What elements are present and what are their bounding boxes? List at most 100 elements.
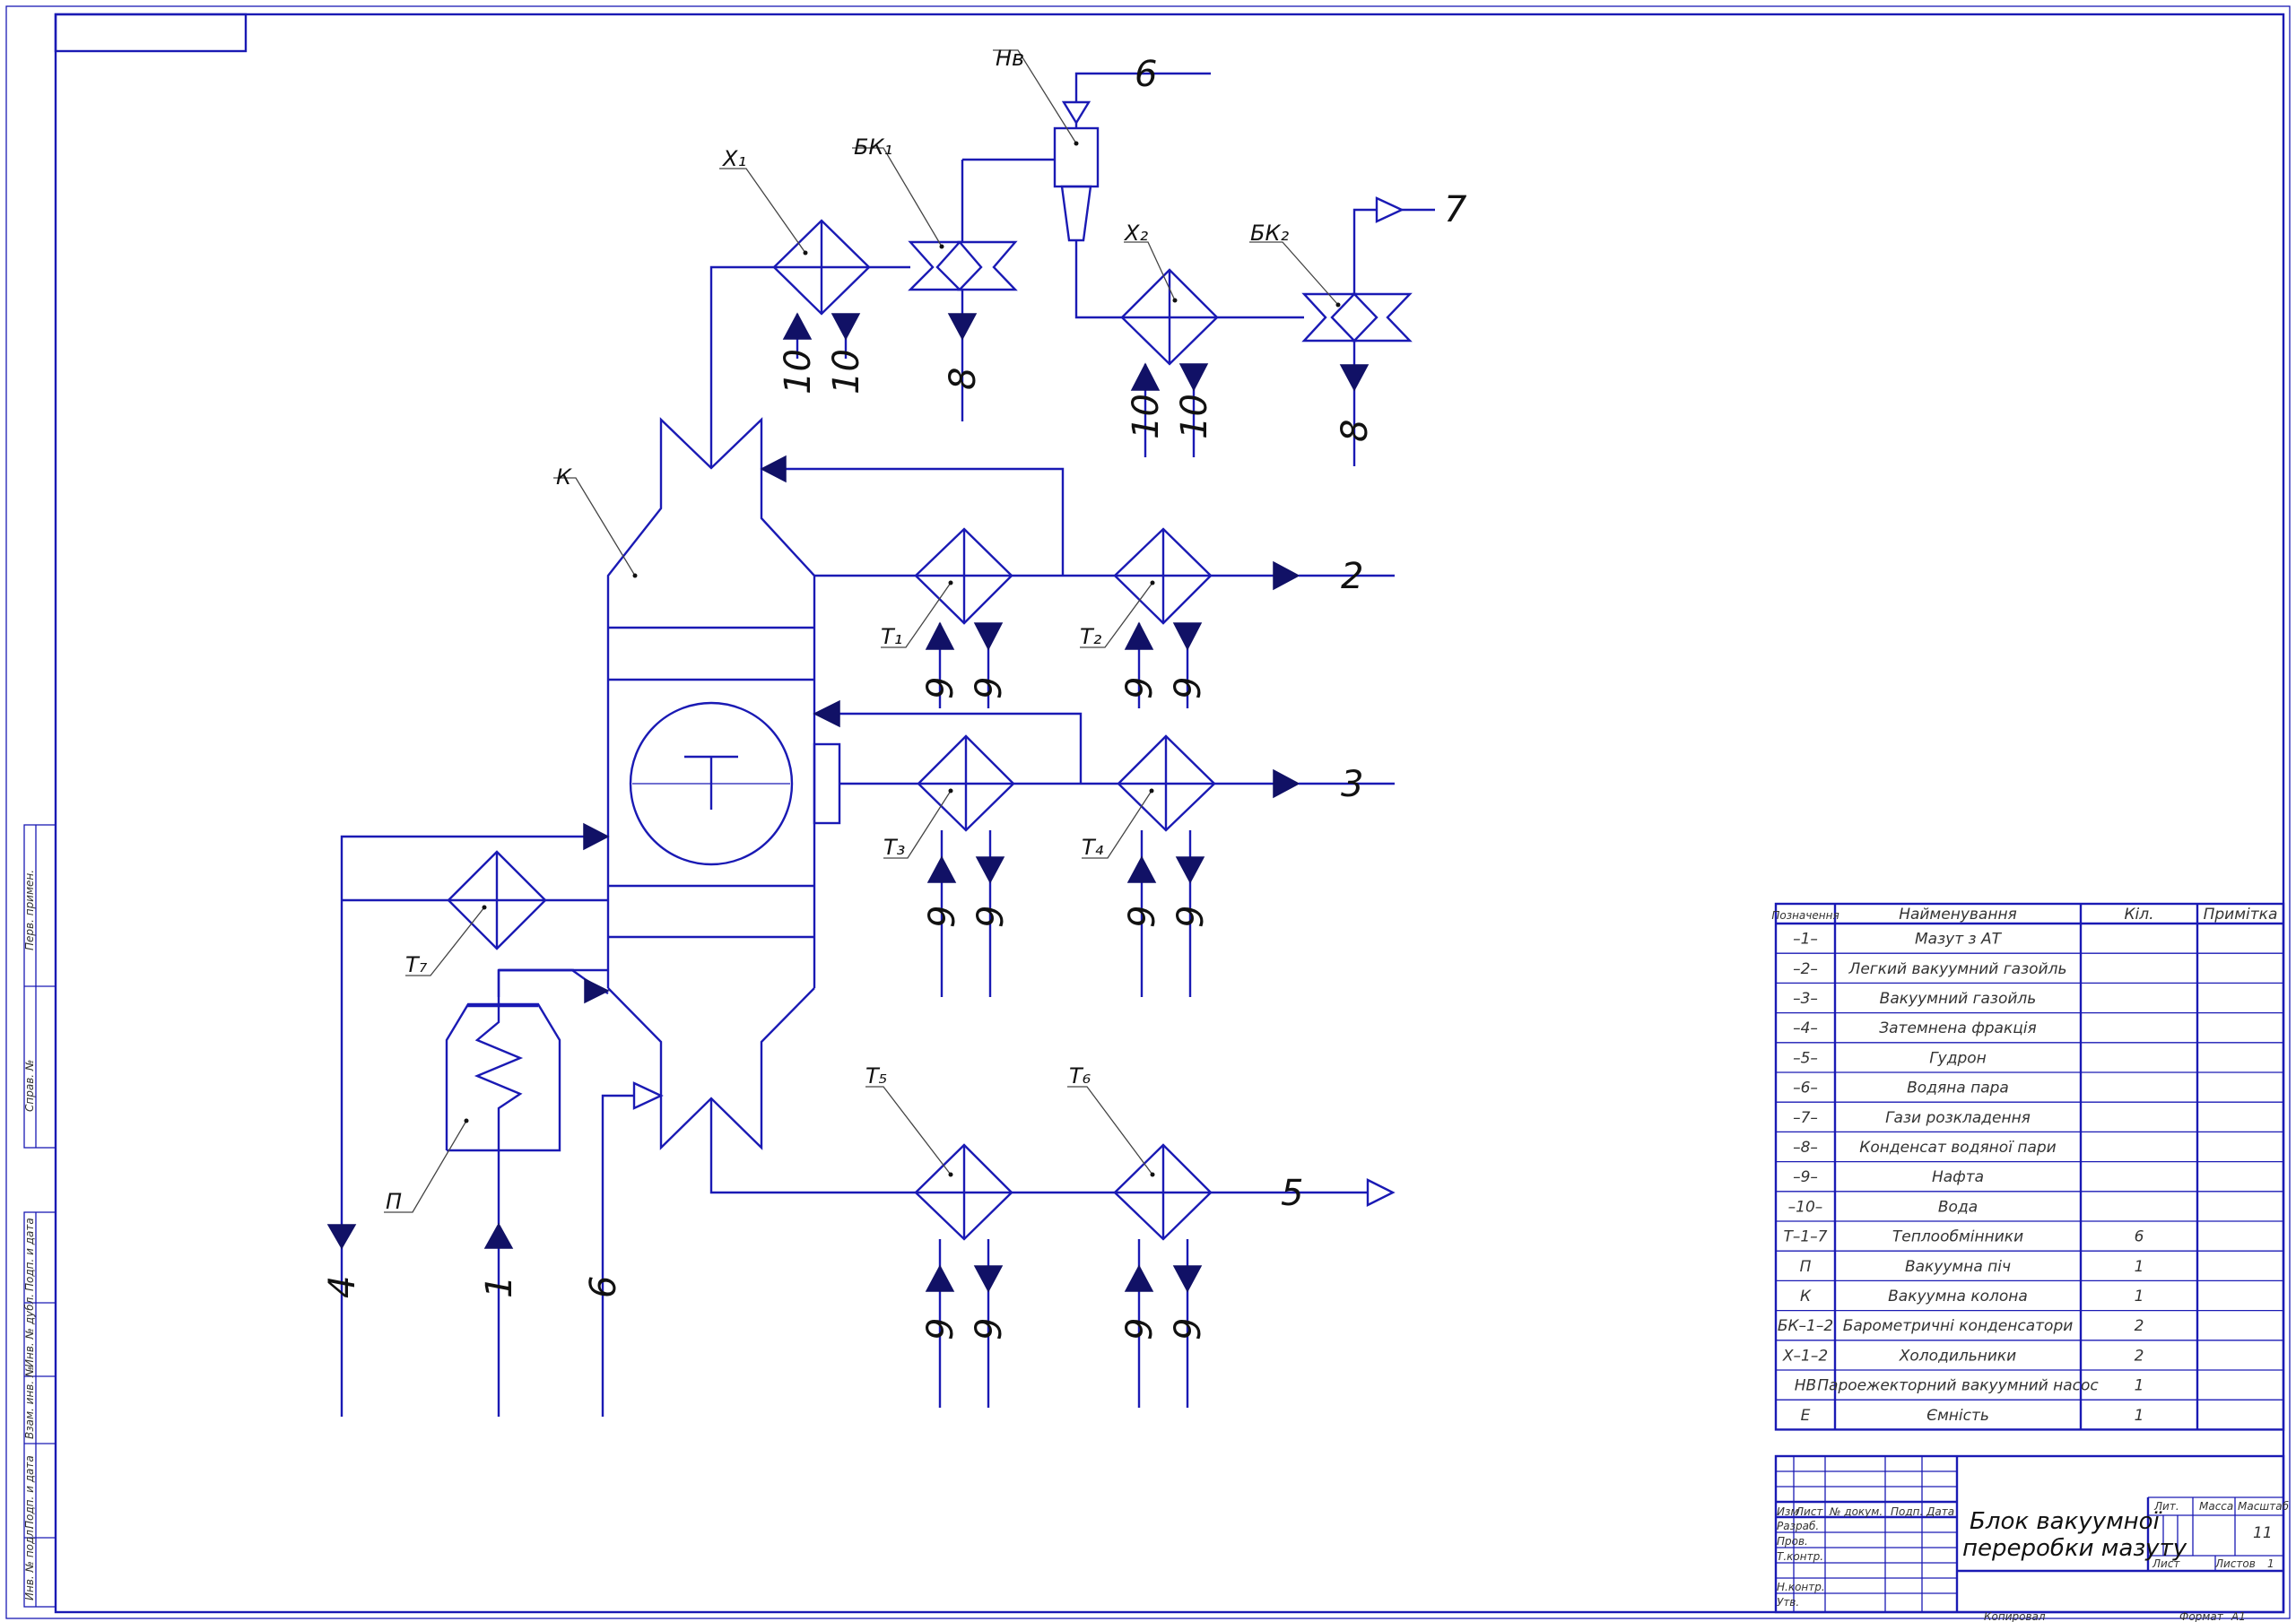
heat-exchanger-t5 <box>914 1143 1013 1241</box>
label-t2: Т₂ <box>1080 624 1102 649</box>
label-bk1: БК₁ <box>854 134 892 160</box>
spec-cell-12-2: 1 <box>2135 1288 2144 1305</box>
arrow-t3-in <box>926 855 957 883</box>
label-column-k: К <box>556 464 572 490</box>
spec-cell-15-0: НВ <box>1795 1377 1816 1395</box>
stream-7: 7 <box>1444 189 1467 230</box>
bottoms-line <box>709 1098 916 1194</box>
spec-cell-10-1: Теплообмінники <box>1892 1228 2023 1246</box>
arrow-product-5 <box>1366 1178 1396 1207</box>
arrow-t2-in <box>1124 621 1154 650</box>
arrow-furnace-to-column <box>584 977 610 1004</box>
side-stamp: Перв. примен. Справ. № Подп. и дата Инв.… <box>23 824 57 1608</box>
tb-utv: Утв. <box>1777 1596 1799 1609</box>
spec-cell-6-0: –7– <box>1793 1109 1818 1127</box>
spec-cell-12-1: Вакуумна колона <box>1888 1288 2028 1305</box>
spec-cell-7-1: Конденсат водяної пари <box>1859 1139 2056 1157</box>
spec-cell-0-1: Мазут з АТ <box>1915 931 2003 949</box>
arrow-t2-out <box>1172 622 1203 651</box>
spec-cell-4-0: –5– <box>1793 1049 1818 1067</box>
steam-line-6 <box>601 1094 634 1417</box>
tb-masshtab: Масштаб <box>2238 1500 2290 1513</box>
arrow-x2-water-in <box>1130 362 1161 391</box>
arrow-t1-in <box>925 621 955 650</box>
label-t3: Т₃ <box>883 835 905 860</box>
heat-exchanger-t4 <box>1117 734 1216 832</box>
arrow-t6-in <box>1124 1264 1154 1292</box>
spec-cell-3-1: Затемнена фракція <box>1879 1019 2037 1037</box>
tb-copied: Копировал <box>1984 1610 2046 1622</box>
label-furnace: П <box>386 1189 402 1214</box>
spec-cell-9-1: Вода <box>1938 1198 1978 1216</box>
spec-cell-11-1: Вакуумна піч <box>1905 1258 2011 1276</box>
heat-exchanger-t3 <box>917 734 1015 832</box>
spec-cell-11-2: 1 <box>2135 1258 2144 1276</box>
spec-cell-2-1: Вакуумний газойль <box>1880 990 2037 1008</box>
arrow-x1-water-out <box>831 313 861 341</box>
tb-prov: Пров. <box>1777 1535 1808 1548</box>
tb-list: Лист <box>1795 1505 1823 1518</box>
process-flow-drawing: Перв. примен. Справ. № Подп. и дата Инв.… <box>5 5 2291 1622</box>
label-t4: Т₄ <box>1082 835 1104 860</box>
stream-9-t3-out: 9 <box>970 906 1012 928</box>
tb-lit: Лит. <box>2153 1500 2179 1513</box>
stream-5: 5 <box>1281 1173 1303 1214</box>
spec-cell-13-2: 2 <box>2135 1317 2144 1335</box>
stream-9-t3-in: 9 <box>922 906 963 928</box>
spec-cell-4-1: Гудрон <box>1929 1049 1987 1067</box>
stream-10-x2-in: 10 <box>1126 394 1167 439</box>
stream-8-bk2: 8 <box>1335 420 1376 442</box>
stream-9-t1-out: 9 <box>969 677 1010 699</box>
arrow-x2-water-out <box>1178 363 1209 392</box>
arrow-steam-6 <box>632 1081 664 1110</box>
arrow-product-3 <box>1273 768 1300 799</box>
spec-cell-16-2: 1 <box>2135 1407 2144 1425</box>
tb-format: Формат <box>2179 1610 2224 1622</box>
spec-header-0: Позначення <box>1771 909 1839 922</box>
label-t5: Т₅ <box>865 1063 887 1089</box>
arrow-t4-in <box>1126 855 1157 883</box>
heat-exchanger-t2 <box>1113 527 1213 625</box>
stream-4: 4 <box>322 1276 363 1298</box>
label-t7: Т₇ <box>405 952 428 977</box>
arrow-t1-out <box>973 622 1004 651</box>
tb-sheets-val: 1 <box>2267 1557 2274 1570</box>
arrow-product-2 <box>1273 560 1300 591</box>
tb-doc: № докум. <box>1829 1505 1883 1518</box>
spec-header-3: Примітка <box>2204 906 2278 924</box>
spec-cell-14-2: 2 <box>2135 1347 2144 1365</box>
tb-massa: Масса <box>2199 1500 2233 1513</box>
spec-cell-5-1: Водяна пара <box>1907 1080 2009 1097</box>
label-x2: Х₂ <box>1123 221 1148 246</box>
cooler-x2 <box>1120 268 1219 366</box>
gas-outlet-line <box>1352 208 1377 294</box>
baro-condenser-bk1 <box>908 240 1018 291</box>
ejector-outlet-line <box>1074 240 1122 319</box>
tb-nkontr: Н.контр. <box>1777 1581 1825 1593</box>
spec-cell-8-0: –9– <box>1793 1168 1818 1186</box>
arrow-bk2-condensate <box>1339 364 1370 392</box>
stream-9-t6-out: 9 <box>1168 1318 1209 1340</box>
vacuum-column <box>606 417 841 1150</box>
side-invpodl-text: Инв. № подл. <box>23 1526 36 1600</box>
spec-cell-16-0: Е <box>1801 1407 1811 1425</box>
spec-cell-12-0: К <box>1800 1288 1812 1305</box>
stream-9-t4-out: 9 <box>1170 906 1212 928</box>
stream-1: 1 <box>479 1276 520 1298</box>
spec-cell-6-1: Гази розкладення <box>1885 1109 2031 1127</box>
stream-9-t5-in: 9 <box>920 1318 961 1340</box>
stream-9-t5-out: 9 <box>969 1318 1010 1340</box>
stream-2: 2 <box>1341 556 1363 597</box>
stream-8-bk1: 8 <box>943 368 984 390</box>
spec-cell-1-0: –2– <box>1793 960 1818 978</box>
spec-cell-15-2: 1 <box>2135 1377 2144 1395</box>
stream-9-t1-in: 9 <box>920 677 961 699</box>
tb-title-1: Блок вакуумної <box>1970 1508 2162 1535</box>
spec-cell-9-0: –10– <box>1788 1198 1823 1216</box>
spec-cell-10-2: 6 <box>2135 1228 2144 1246</box>
stream-9-t6-in: 9 <box>1119 1318 1161 1340</box>
spec-cell-7-0: –8– <box>1793 1139 1818 1157</box>
line-4 <box>340 835 586 1417</box>
tb-format-val: А1 <box>2231 1610 2246 1622</box>
heat-exchanger-t1 <box>914 527 1013 625</box>
